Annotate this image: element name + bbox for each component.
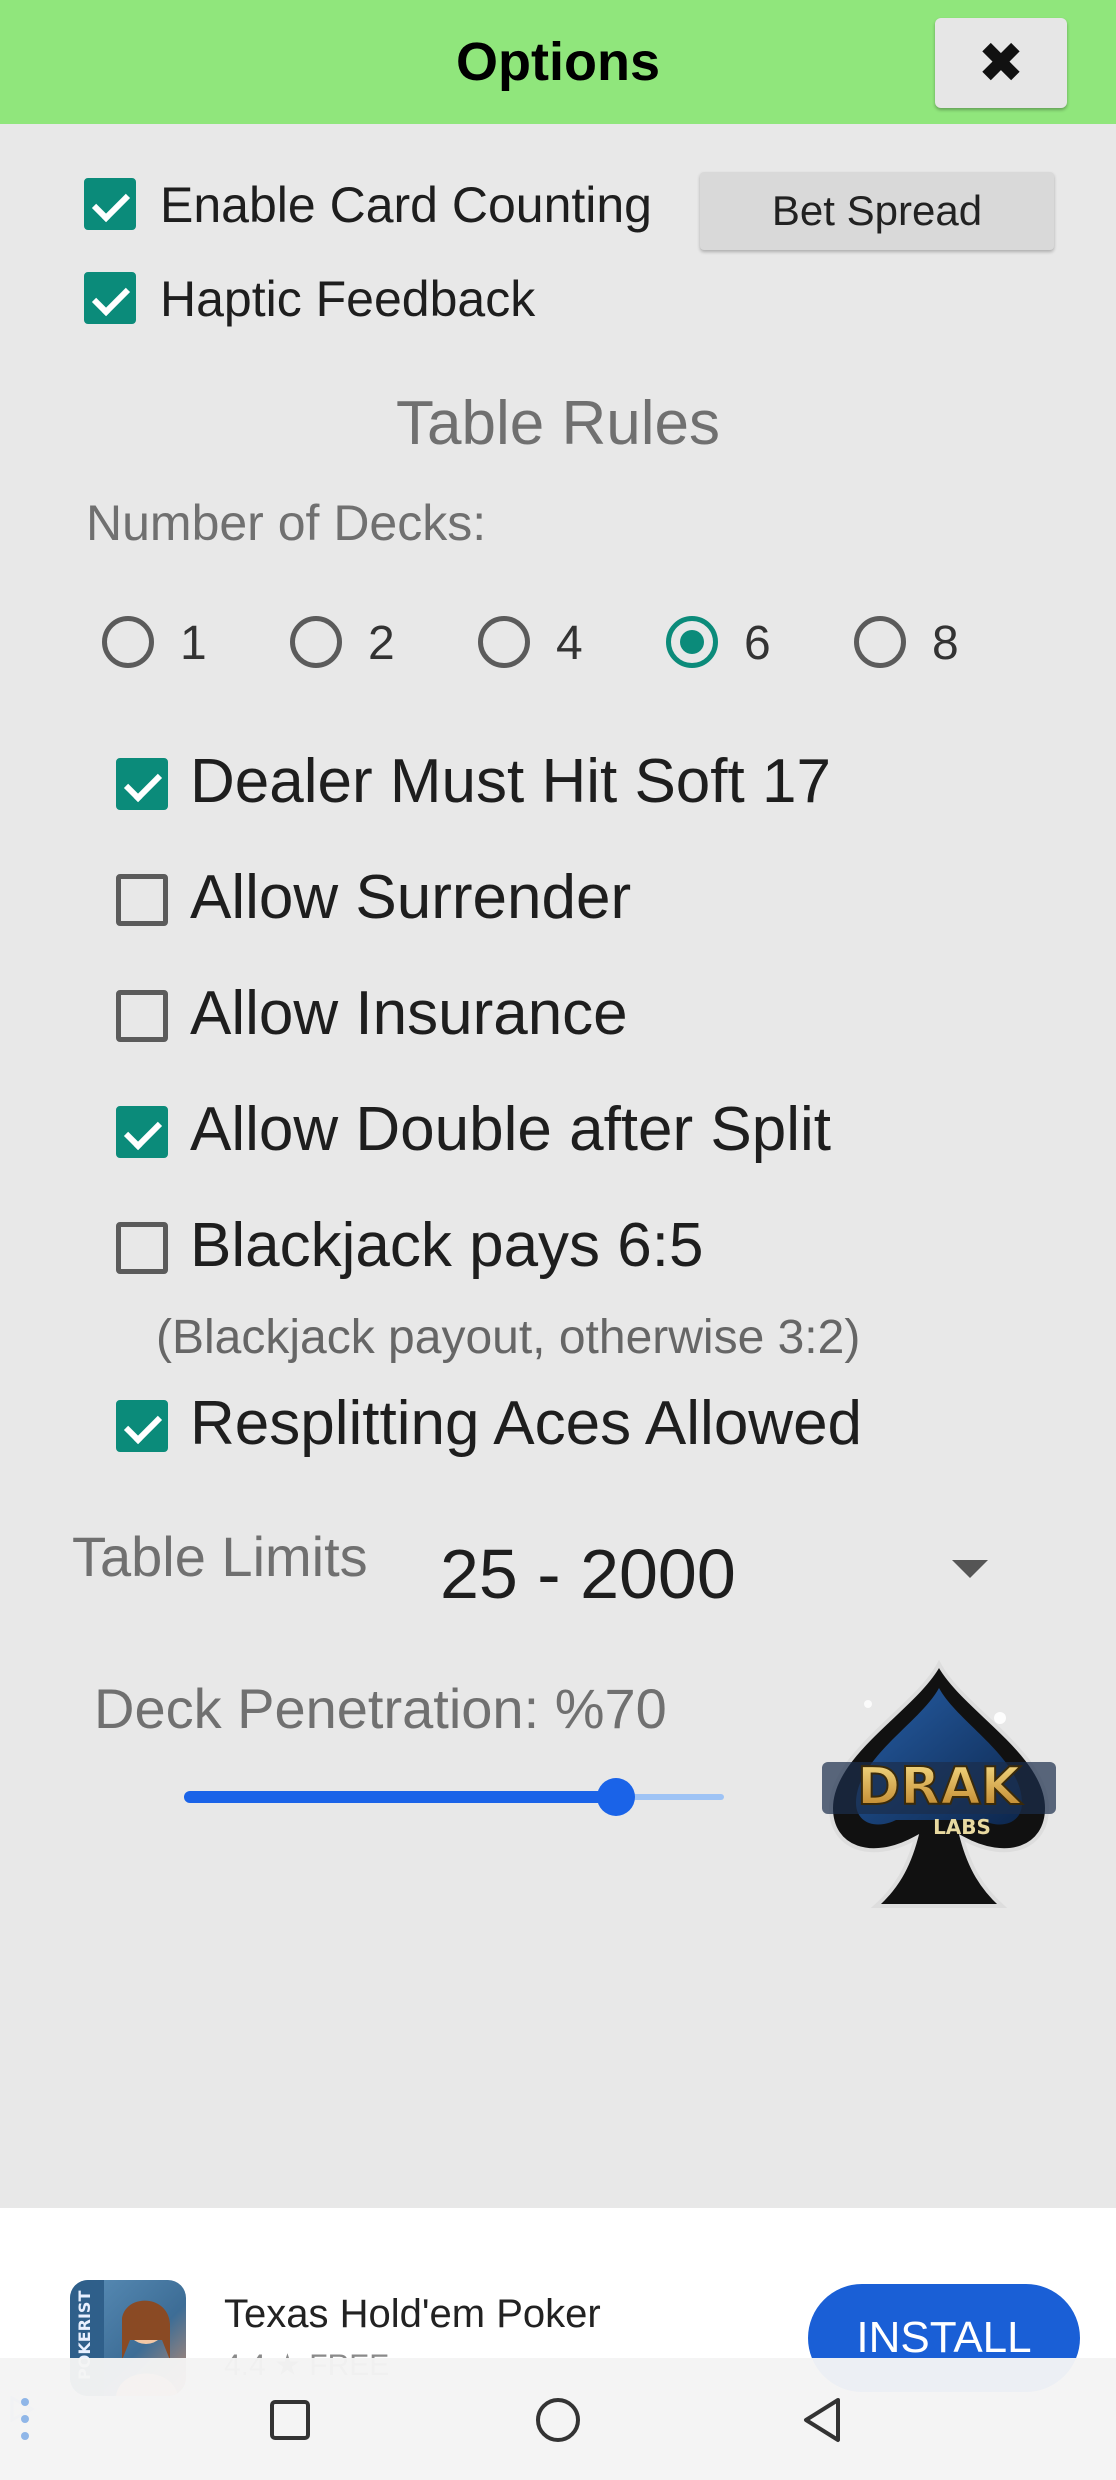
allow-double-after-split-label: Allow Double after Split <box>190 1095 831 1164</box>
bet-spread-button[interactable]: Bet Spread <box>700 172 1054 250</box>
number-of-decks-label: Number of Decks: <box>86 495 487 551</box>
close-icon: ✖ <box>977 31 1025 94</box>
svg-text:DRAK: DRAK <box>857 1757 1022 1817</box>
allow-insurance-checkbox[interactable] <box>116 990 168 1042</box>
blackjack-pays-6-5-checkbox[interactable] <box>116 1222 168 1274</box>
table-limits-label: Table Limits <box>72 1525 368 1588</box>
table-limits-value: 25 - 2000 <box>440 1535 736 1613</box>
dealer-hit-soft-17-label: Dealer Must Hit Soft 17 <box>190 747 831 816</box>
deck-radio-8[interactable] <box>854 616 906 668</box>
recent-apps-icon[interactable] <box>268 2398 312 2442</box>
payout-note: (Blackjack payout, otherwise 3:2) <box>156 1311 861 1364</box>
system-nav-bar <box>0 2358 1116 2480</box>
deck-option-label: 1 <box>180 617 207 670</box>
ad-title[interactable]: Texas Hold'em Poker <box>224 2292 601 2337</box>
allow-insurance-label: Allow Insurance <box>190 979 628 1048</box>
deck-penetration-label: Deck Penetration: %70 <box>94 1677 667 1740</box>
allow-surrender-checkbox[interactable] <box>116 874 168 926</box>
deck-penetration-slider-fill <box>184 1791 616 1803</box>
haptic-feedback-label: Haptic Feedback <box>160 271 536 327</box>
dealer-hit-soft-17-checkbox[interactable] <box>116 758 168 810</box>
svg-text:LABS: LABS <box>933 1815 991 1839</box>
deck-option-label: 2 <box>368 617 395 670</box>
table-rules-heading: Table Rules <box>396 389 720 458</box>
deck-radio-2[interactable] <box>290 616 342 668</box>
close-button[interactable]: ✖ <box>935 18 1067 108</box>
resplitting-aces-checkbox[interactable] <box>116 1400 168 1452</box>
more-dots-icon[interactable] <box>18 2394 32 2444</box>
deck-option-label: 6 <box>744 617 771 670</box>
drak-labs-logo: DRAK LABS <box>822 1659 1056 1908</box>
allow-double-after-split-checkbox[interactable] <box>116 1106 168 1158</box>
resplitting-aces-label: Resplitting Aces Allowed <box>190 1389 863 1458</box>
blackjack-pays-6-5-label: Blackjack pays 6:5 <box>190 1211 704 1280</box>
deck-radio-4[interactable] <box>478 616 530 668</box>
deck-option-label: 8 <box>932 617 959 670</box>
enable-card-counting-checkbox[interactable] <box>84 178 136 230</box>
back-icon[interactable] <box>800 2396 844 2444</box>
enable-card-counting-label: Enable Card Counting <box>160 177 652 233</box>
home-icon[interactable] <box>534 2396 582 2444</box>
deck-penetration-slider-thumb[interactable] <box>597 1778 635 1816</box>
allow-surrender-label: Allow Surrender <box>190 863 632 932</box>
deck-radio-1[interactable] <box>102 616 154 668</box>
dropdown-caret-icon <box>952 1560 988 1578</box>
deck-option-label: 4 <box>556 617 583 670</box>
deck-radio-6[interactable] <box>666 616 718 668</box>
haptic-feedback-checkbox[interactable] <box>84 272 136 324</box>
